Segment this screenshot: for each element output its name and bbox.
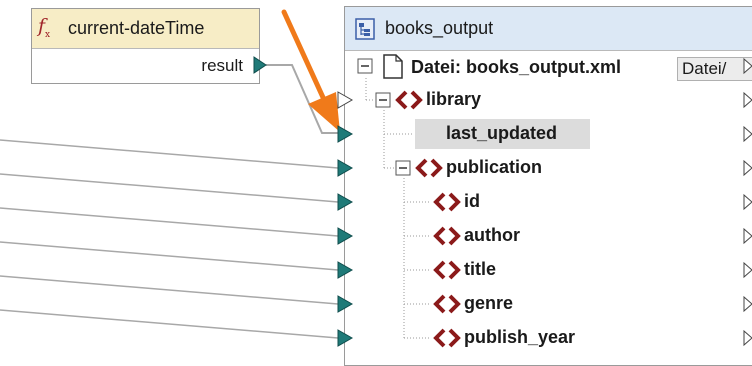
input-connector-last-updated[interactable] [337, 125, 354, 143]
output-connector-author[interactable] [743, 227, 752, 245]
output-connector-publish-year[interactable] [743, 329, 752, 347]
output-connector-id[interactable] [743, 193, 752, 211]
output-connector-library[interactable] [743, 91, 752, 109]
input-connector-title[interactable] [337, 261, 354, 279]
input-connector-id[interactable] [337, 193, 354, 211]
input-connector-publish-year[interactable] [337, 329, 354, 347]
input-connector-genre[interactable] [337, 295, 354, 313]
input-connector-library[interactable] [337, 91, 354, 109]
output-connector-publication[interactable] [743, 159, 752, 177]
input-connector-publication[interactable] [337, 159, 354, 177]
output-connector-last-updated[interactable] [743, 125, 752, 143]
output-connector-file[interactable] [743, 57, 752, 75]
output-connector-genre[interactable] [743, 295, 752, 313]
input-connector-author[interactable] [337, 227, 354, 245]
connector-layer [337, 57, 752, 347]
output-connector-title[interactable] [743, 261, 752, 279]
